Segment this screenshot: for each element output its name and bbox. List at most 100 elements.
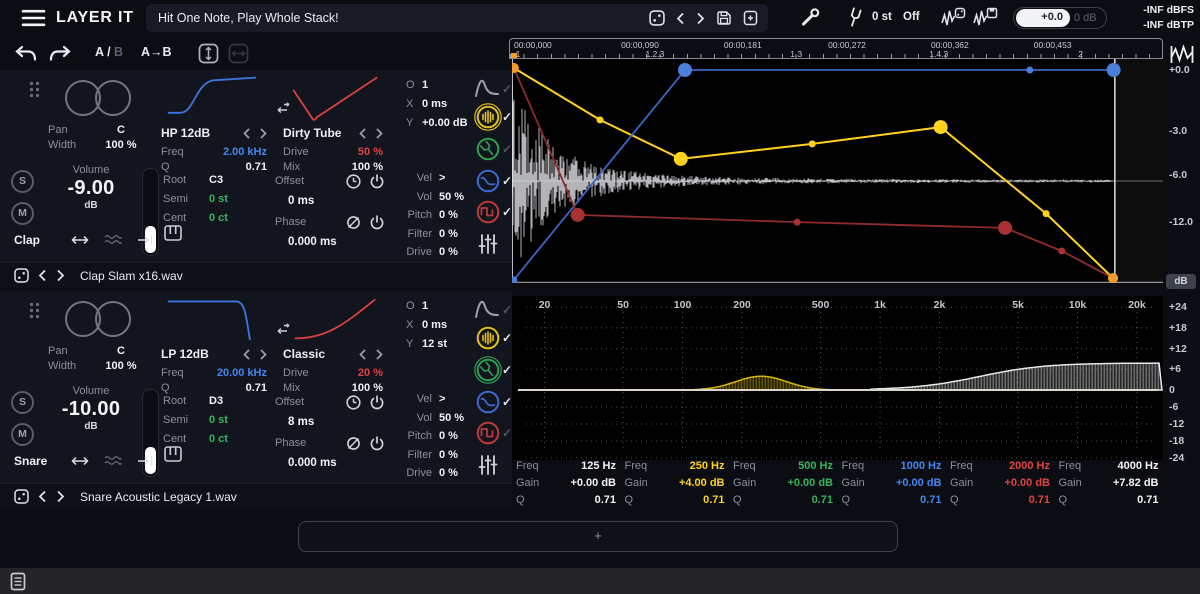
eq-band[interactable]: Freq125 HzGain+0.00 dBQ0.71 xyxy=(512,458,620,510)
prev-preset-icon[interactable] xyxy=(676,12,685,25)
undo-icon[interactable] xyxy=(14,46,38,62)
vel-value[interactable]: > xyxy=(439,172,445,184)
random-sample-icon[interactable] xyxy=(14,268,29,283)
filter-curve[interactable] xyxy=(161,74,263,122)
keyboard-icon[interactable] xyxy=(164,446,182,462)
eq-freq-value[interactable]: 4000 Hz xyxy=(1118,460,1159,472)
envelope-point[interactable] xyxy=(1058,248,1065,255)
random-sample-icon[interactable] xyxy=(14,489,29,504)
drive-curve[interactable] xyxy=(291,295,383,343)
volume-value[interactable]: -9.00 xyxy=(44,176,138,200)
mod-y-value[interactable]: +0.00 dB xyxy=(422,117,468,129)
vol-mod-value[interactable]: 50 % xyxy=(439,191,464,203)
eq-shelf-curve[interactable] xyxy=(871,363,1162,390)
filter-mod-value[interactable]: 0 % xyxy=(439,449,458,461)
envelope-point[interactable] xyxy=(571,208,585,222)
eq-display[interactable]: 20501002005001k2k5k10k20k xyxy=(512,296,1163,460)
phase-power-icon[interactable] xyxy=(369,435,385,452)
filter-type[interactable]: LP 12dB xyxy=(161,347,209,361)
eq-q-value[interactable]: 0.71 xyxy=(920,494,941,506)
timeline-ruler[interactable]: 00:00,00000:00,09000:00,18100:00,27200:0… xyxy=(509,38,1163,59)
waveform-zoom-icon[interactable] xyxy=(1170,44,1194,65)
eq-q-value[interactable]: 0.71 xyxy=(595,494,616,506)
redo-icon[interactable] xyxy=(48,46,72,62)
eq-freq-value[interactable]: 125 Hz xyxy=(581,460,616,472)
drive-layer-button[interactable]: ✓ xyxy=(474,419,516,449)
mixer-view-button[interactable] xyxy=(474,230,516,260)
prev-sample-icon[interactable] xyxy=(38,269,47,282)
envelope-point[interactable] xyxy=(674,152,688,166)
drive-check-icon[interactable]: ✓ xyxy=(502,205,512,219)
drive-value[interactable]: 50 % xyxy=(358,146,383,158)
sample-file-name[interactable]: Snare Acoustic Legacy 1.wav xyxy=(80,490,237,504)
envelope-view-button[interactable]: ✓ xyxy=(474,76,516,106)
offset-value[interactable]: 8 ms xyxy=(275,410,385,435)
envelope-point[interactable] xyxy=(1026,67,1033,74)
freq-value[interactable]: 2.00 kHz xyxy=(223,146,267,158)
mod-o-value[interactable]: 1 xyxy=(422,300,428,312)
semi-value[interactable]: 0 st xyxy=(209,414,228,426)
drive-direction-icon[interactable] xyxy=(276,102,290,114)
phase-invert-icon[interactable] xyxy=(345,435,362,452)
eq-gain-value[interactable]: +7.82 dB xyxy=(1113,477,1159,489)
eq-band[interactable]: Freq500 HzGain+0.00 dBQ0.71 xyxy=(729,458,837,510)
drive-layer-button[interactable]: ✓ xyxy=(474,198,516,228)
pan-value[interactable]: C xyxy=(94,345,148,357)
mixer-view-button[interactable] xyxy=(474,451,516,481)
drive-mod-value[interactable]: 0 % xyxy=(439,246,458,258)
eq-freq-value[interactable]: 250 Hz xyxy=(690,460,725,472)
next-sample-icon[interactable] xyxy=(56,269,65,282)
mod-x-value[interactable]: 0 ms xyxy=(422,319,447,331)
wave-mode-icon[interactable] xyxy=(104,233,122,247)
pitch-mod-value[interactable]: 0 % xyxy=(439,209,458,221)
mod-y-value[interactable]: 12 st xyxy=(422,338,447,350)
offset-clock-icon[interactable] xyxy=(345,173,362,190)
snap-to-end-icon[interactable] xyxy=(137,455,154,467)
menu-icon[interactable] xyxy=(21,9,46,27)
sample-layer-button[interactable]: ✓ xyxy=(474,103,516,133)
eq-q-value[interactable]: 0.71 xyxy=(1137,494,1158,506)
offset-value[interactable]: 0 ms xyxy=(275,189,385,214)
log-panel-icon[interactable] xyxy=(10,572,26,591)
eq-gain-value[interactable]: +0.00 dB xyxy=(787,477,833,489)
filter-layer-button[interactable]: ✓ xyxy=(474,388,516,418)
layer-drag-handle[interactable] xyxy=(29,302,40,319)
eq-band[interactable]: Freq250 HzGain+4.00 dBQ0.71 xyxy=(621,458,729,510)
eq-band[interactable]: Freq2000 HzGain+0.00 dBQ0.71 xyxy=(946,458,1054,510)
mix-value[interactable]: 100 % xyxy=(352,161,383,173)
offset-power-icon[interactable] xyxy=(369,394,385,411)
freq-value[interactable]: 20.00 kHz xyxy=(217,367,267,379)
sample-check-icon[interactable]: ✓ xyxy=(502,110,512,124)
pitch-layer-button[interactable]: ✓ xyxy=(474,356,516,386)
envelope-check-icon[interactable]: ✓ xyxy=(502,82,512,96)
keyboard-icon[interactable] xyxy=(164,225,182,241)
root-value[interactable]: C3 xyxy=(209,174,223,186)
global-pitch-value[interactable]: 0 st xyxy=(872,11,892,23)
volume-value[interactable]: -10.00 xyxy=(44,397,138,421)
phase-value[interactable]: 0.000 ms xyxy=(275,451,385,476)
envelope-point[interactable] xyxy=(1107,63,1121,77)
eq-q-value[interactable]: 0.71 xyxy=(1029,494,1050,506)
envelope-point[interactable] xyxy=(809,140,816,147)
save-stack-icon[interactable] xyxy=(973,7,998,28)
prev-sample-icon[interactable] xyxy=(38,490,47,503)
eq-q-value[interactable]: 0.71 xyxy=(703,494,724,506)
offset-power-icon[interactable] xyxy=(369,173,385,190)
filter-check-icon[interactable]: ✓ xyxy=(502,174,512,188)
cent-value[interactable]: 0 ct xyxy=(209,212,228,224)
cent-value[interactable]: 0 ct xyxy=(209,433,228,445)
snap-to-end-icon[interactable] xyxy=(137,234,154,246)
drive-prev-next-icon[interactable] xyxy=(359,128,383,139)
solo-button[interactable]: S xyxy=(11,391,34,414)
filter-curve[interactable] xyxy=(161,295,263,343)
envelope-display[interactable] xyxy=(512,59,1163,283)
next-preset-icon[interactable] xyxy=(696,12,705,25)
pitch-tracking-mode[interactable]: Off xyxy=(903,11,920,23)
eq-gain-value[interactable]: +0.00 dB xyxy=(896,477,942,489)
drive-check-icon[interactable]: ✓ xyxy=(502,426,512,440)
filter-mod-value[interactable]: 0 % xyxy=(439,228,458,240)
eq-freq-value[interactable]: 2000 Hz xyxy=(1009,460,1050,472)
drive-direction-icon[interactable] xyxy=(276,323,290,335)
eq-freq-value[interactable]: 500 Hz xyxy=(798,460,833,472)
filter-layer-button[interactable]: ✓ xyxy=(474,167,516,197)
